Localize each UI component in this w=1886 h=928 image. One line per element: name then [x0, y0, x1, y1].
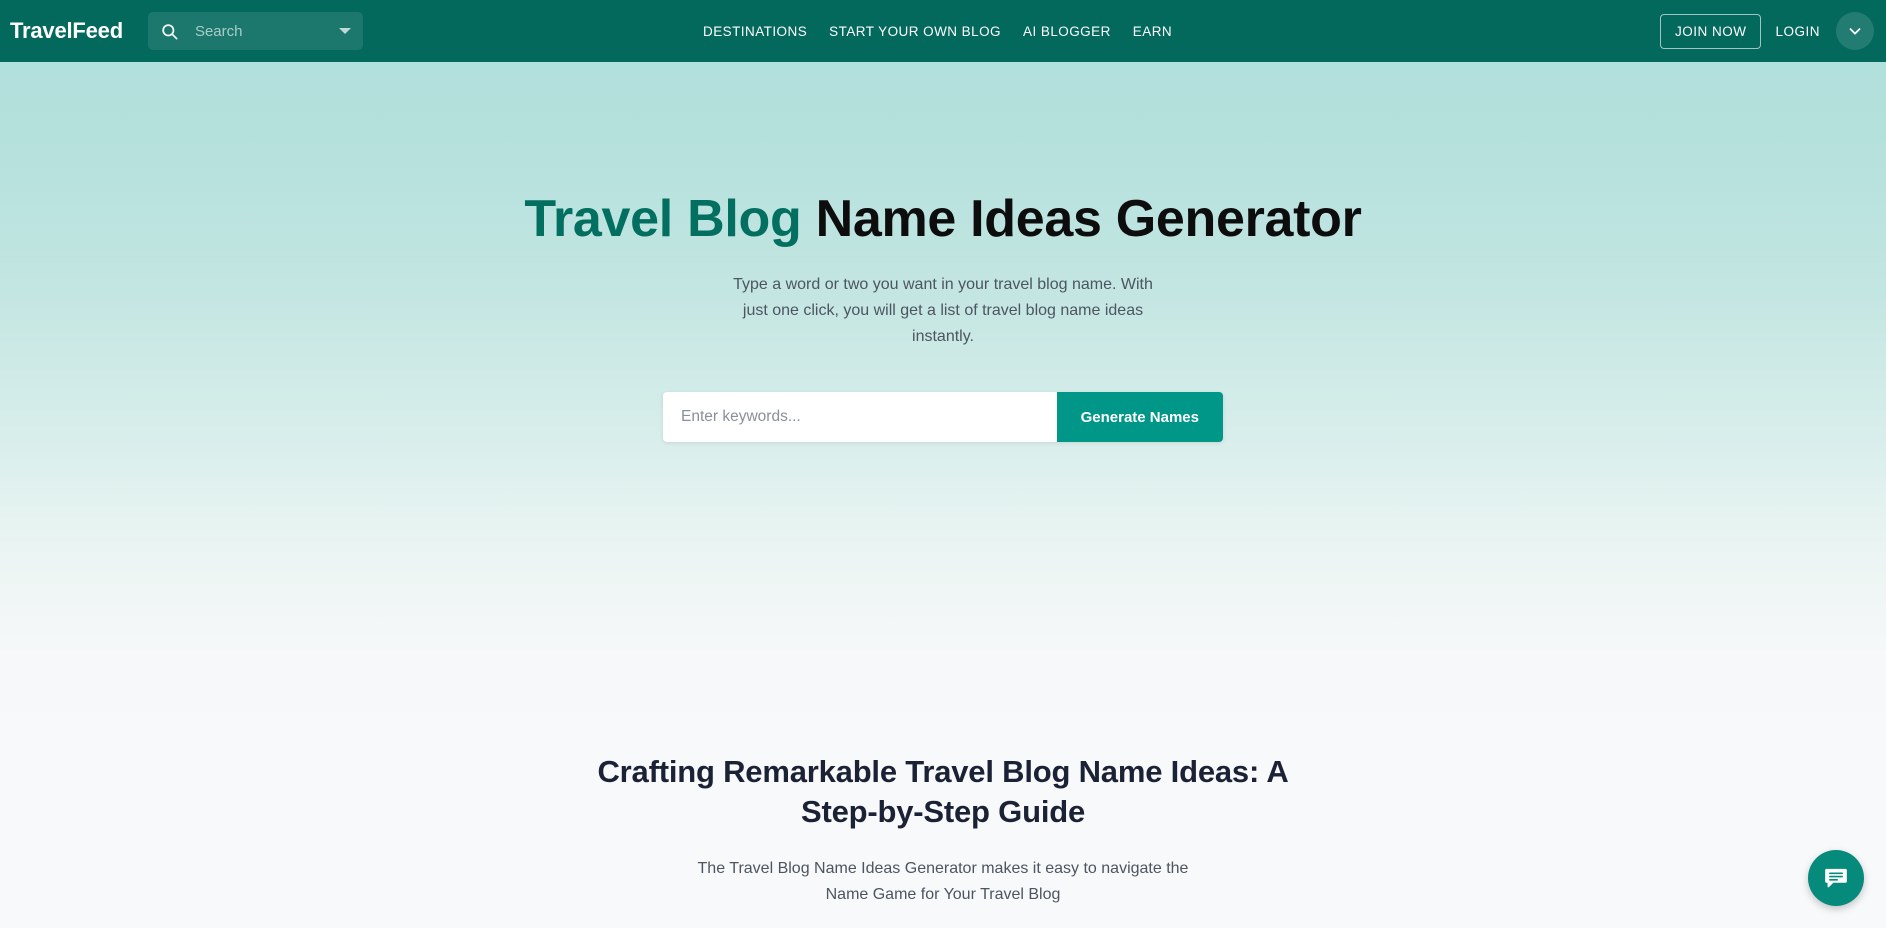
search-icon: [160, 22, 179, 41]
chat-bubble-icon: [1823, 865, 1849, 891]
search-box[interactable]: Search: [147, 12, 363, 50]
generator-form: Generate Names: [663, 392, 1223, 442]
page-title-accent: Travel Blog: [524, 190, 802, 248]
search-input[interactable]: Search: [195, 23, 339, 40]
nav-item-start-your-own-blog[interactable]: START YOUR OWN BLOG: [829, 24, 1001, 39]
hero-subtitle: Type a word or two you want in your trav…: [733, 276, 1153, 345]
primary-nav: DESTINATIONS START YOUR OWN BLOG AI BLOG…: [703, 0, 1172, 62]
join-now-button[interactable]: JOIN NOW: [1659, 13, 1762, 49]
nav-item-ai-blogger[interactable]: AI BLOGGER: [1023, 24, 1111, 39]
page-title: Travel Blog Name Ideas Generator: [0, 62, 1886, 250]
chevron-down-icon: [1846, 22, 1864, 40]
site-header: TravelFeed Search DESTINATIONS START YOU…: [0, 0, 1886, 62]
page-title-rest: Name Ideas Generator: [801, 190, 1362, 248]
keywords-input[interactable]: [663, 392, 1057, 442]
header-actions: JOIN NOW LOGIN: [1659, 0, 1874, 62]
nav-item-destinations[interactable]: DESTINATIONS: [703, 24, 807, 39]
guide-subtitle: The Travel Blog Name Ideas Generator mak…: [697, 860, 1189, 903]
nav-item-earn[interactable]: EARN: [1133, 24, 1172, 39]
search-dropdown-caret-icon[interactable]: [338, 28, 351, 34]
chat-widget-button[interactable]: [1808, 850, 1864, 906]
guide-section: Crafting Remarkable Travel Blog Name Ide…: [0, 752, 1886, 908]
hero-section: Travel Blog Name Ideas Generator Type a …: [0, 62, 1886, 752]
brand-logo[interactable]: TravelFeed: [10, 18, 123, 44]
guide-title: Crafting Remarkable Travel Blog Name Ide…: [597, 754, 1289, 829]
account-menu-button[interactable]: [1836, 12, 1874, 50]
generate-names-button[interactable]: Generate Names: [1056, 392, 1223, 442]
login-button[interactable]: LOGIN: [1761, 15, 1834, 48]
